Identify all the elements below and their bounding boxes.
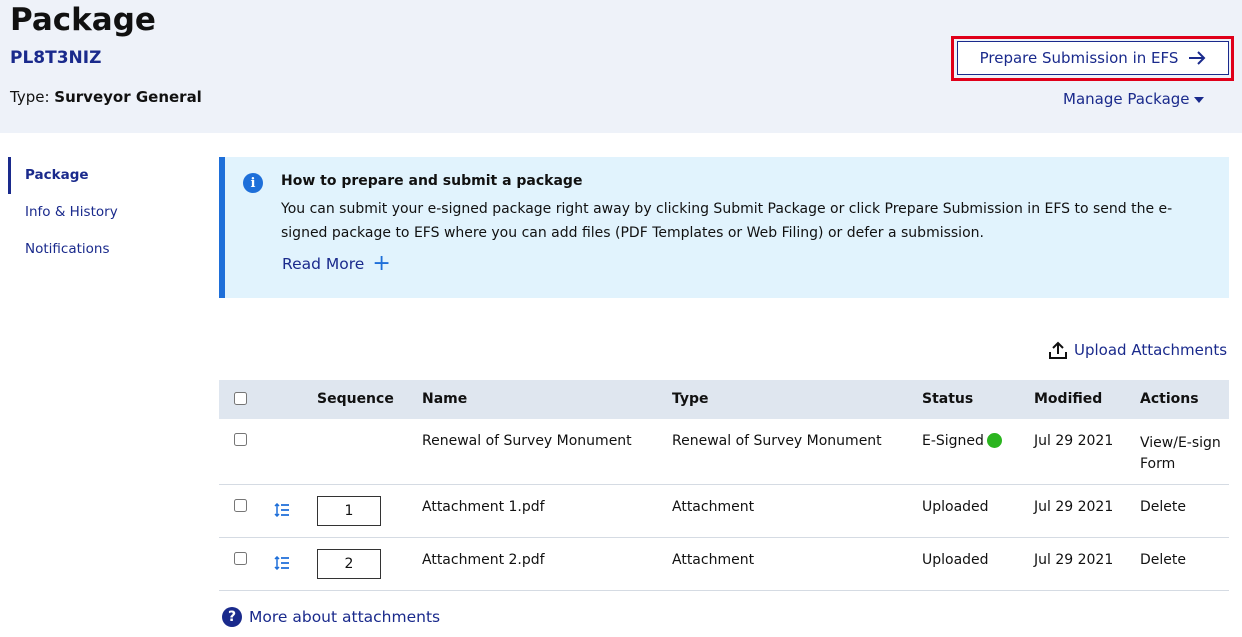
side-navigation: Package Info & History Notifications — [8, 157, 198, 268]
row-status: E-Signed — [922, 433, 1002, 449]
row-type: Renewal of Survey Monument — [672, 433, 882, 449]
row-type: Attachment — [672, 552, 755, 568]
read-more-link[interactable]: Read More + — [282, 251, 391, 276]
header-actions: Actions — [1140, 391, 1199, 407]
read-more-label: Read More — [282, 255, 365, 273]
package-header: Package PL8T3NIZ Type: Surveyor General … — [0, 0, 1242, 133]
package-type: Type: Surveyor General — [10, 88, 202, 106]
row-name-link[interactable]: Attachment 1.pdf — [422, 499, 545, 515]
row-status: Uploaded — [922, 552, 989, 568]
efs-button-label: Prepare Submission in EFS — [979, 49, 1179, 67]
select-all-checkbox[interactable] — [234, 392, 247, 405]
sidenav-item-package[interactable]: Package — [8, 157, 198, 194]
question-icon: ? — [222, 607, 242, 627]
row-checkbox[interactable] — [234, 552, 247, 565]
package-id: PL8T3NIZ — [10, 48, 102, 68]
header-type: Type — [672, 391, 709, 407]
row-status-text: E-Signed — [922, 433, 984, 449]
row-name-link[interactable]: Attachment 2.pdf — [422, 552, 545, 568]
prepare-submission-efs-button[interactable]: Prepare Submission in EFS — [957, 41, 1229, 75]
row-modified: Jul 29 2021 — [1034, 433, 1114, 449]
table-header: Sequence Name Type Status Modified Actio… — [219, 380, 1229, 419]
package-type-label: Type: — [10, 88, 50, 106]
table-row: Attachment 1.pdf Attachment Uploaded Jul… — [219, 485, 1229, 538]
more-about-label: More about attachments — [249, 608, 441, 626]
info-title: How to prepare and submit a package — [281, 173, 583, 189]
attachments-table: Sequence Name Type Status Modified Actio… — [219, 380, 1229, 591]
package-type-value: Surveyor General — [54, 88, 202, 106]
header-status: Status — [922, 391, 974, 407]
row-modified: Jul 29 2021 — [1034, 499, 1114, 515]
info-text: You can submit your e-signed package rig… — [281, 201, 1173, 241]
row-checkbox[interactable] — [234, 499, 247, 512]
header-sequence: Sequence — [317, 391, 394, 407]
reorder-icon[interactable] — [274, 503, 290, 517]
delete-link[interactable]: Delete — [1140, 552, 1186, 568]
row-type: Attachment — [672, 499, 755, 515]
sequence-input[interactable] — [317, 496, 381, 526]
info-alert: i How to prepare and submit a package Yo… — [219, 157, 1229, 298]
manage-package-label: Manage Package — [1063, 90, 1190, 108]
table-row: Attachment 2.pdf Attachment Uploaded Jul… — [219, 538, 1229, 591]
more-about-attachments-link[interactable]: ? More about attachments — [222, 607, 440, 627]
upload-icon — [1049, 341, 1067, 359]
sequence-input[interactable] — [317, 549, 381, 579]
table-row: Renewal of Survey Monument Renewal of Su… — [219, 419, 1229, 485]
upload-attachments-button[interactable]: Upload Attachments — [1048, 340, 1227, 360]
row-name-link[interactable]: Renewal of Survey Monument — [422, 433, 632, 449]
arrow-right-icon — [1189, 51, 1206, 65]
status-dot-icon — [986, 433, 1002, 448]
upload-attachments-label: Upload Attachments — [1074, 341, 1228, 359]
row-status: Uploaded — [922, 499, 989, 515]
header-name: Name — [422, 391, 468, 407]
manage-package-dropdown[interactable]: Manage Package — [1063, 90, 1204, 108]
reorder-icon[interactable] — [274, 556, 290, 570]
row-modified: Jul 29 2021 — [1034, 552, 1114, 568]
view-esign-form-link[interactable]: View/E-sign Form — [1140, 433, 1225, 475]
header-modified: Modified — [1034, 391, 1103, 407]
info-icon: i — [243, 173, 263, 193]
page-title: Package — [10, 2, 156, 38]
delete-link[interactable]: Delete — [1140, 499, 1186, 515]
plus-icon: + — [372, 251, 391, 276]
caret-down-icon — [1193, 96, 1204, 103]
sidenav-item-info-history[interactable]: Info & History — [8, 194, 198, 231]
sidenav-item-notifications[interactable]: Notifications — [8, 231, 198, 268]
row-checkbox[interactable] — [234, 433, 247, 446]
